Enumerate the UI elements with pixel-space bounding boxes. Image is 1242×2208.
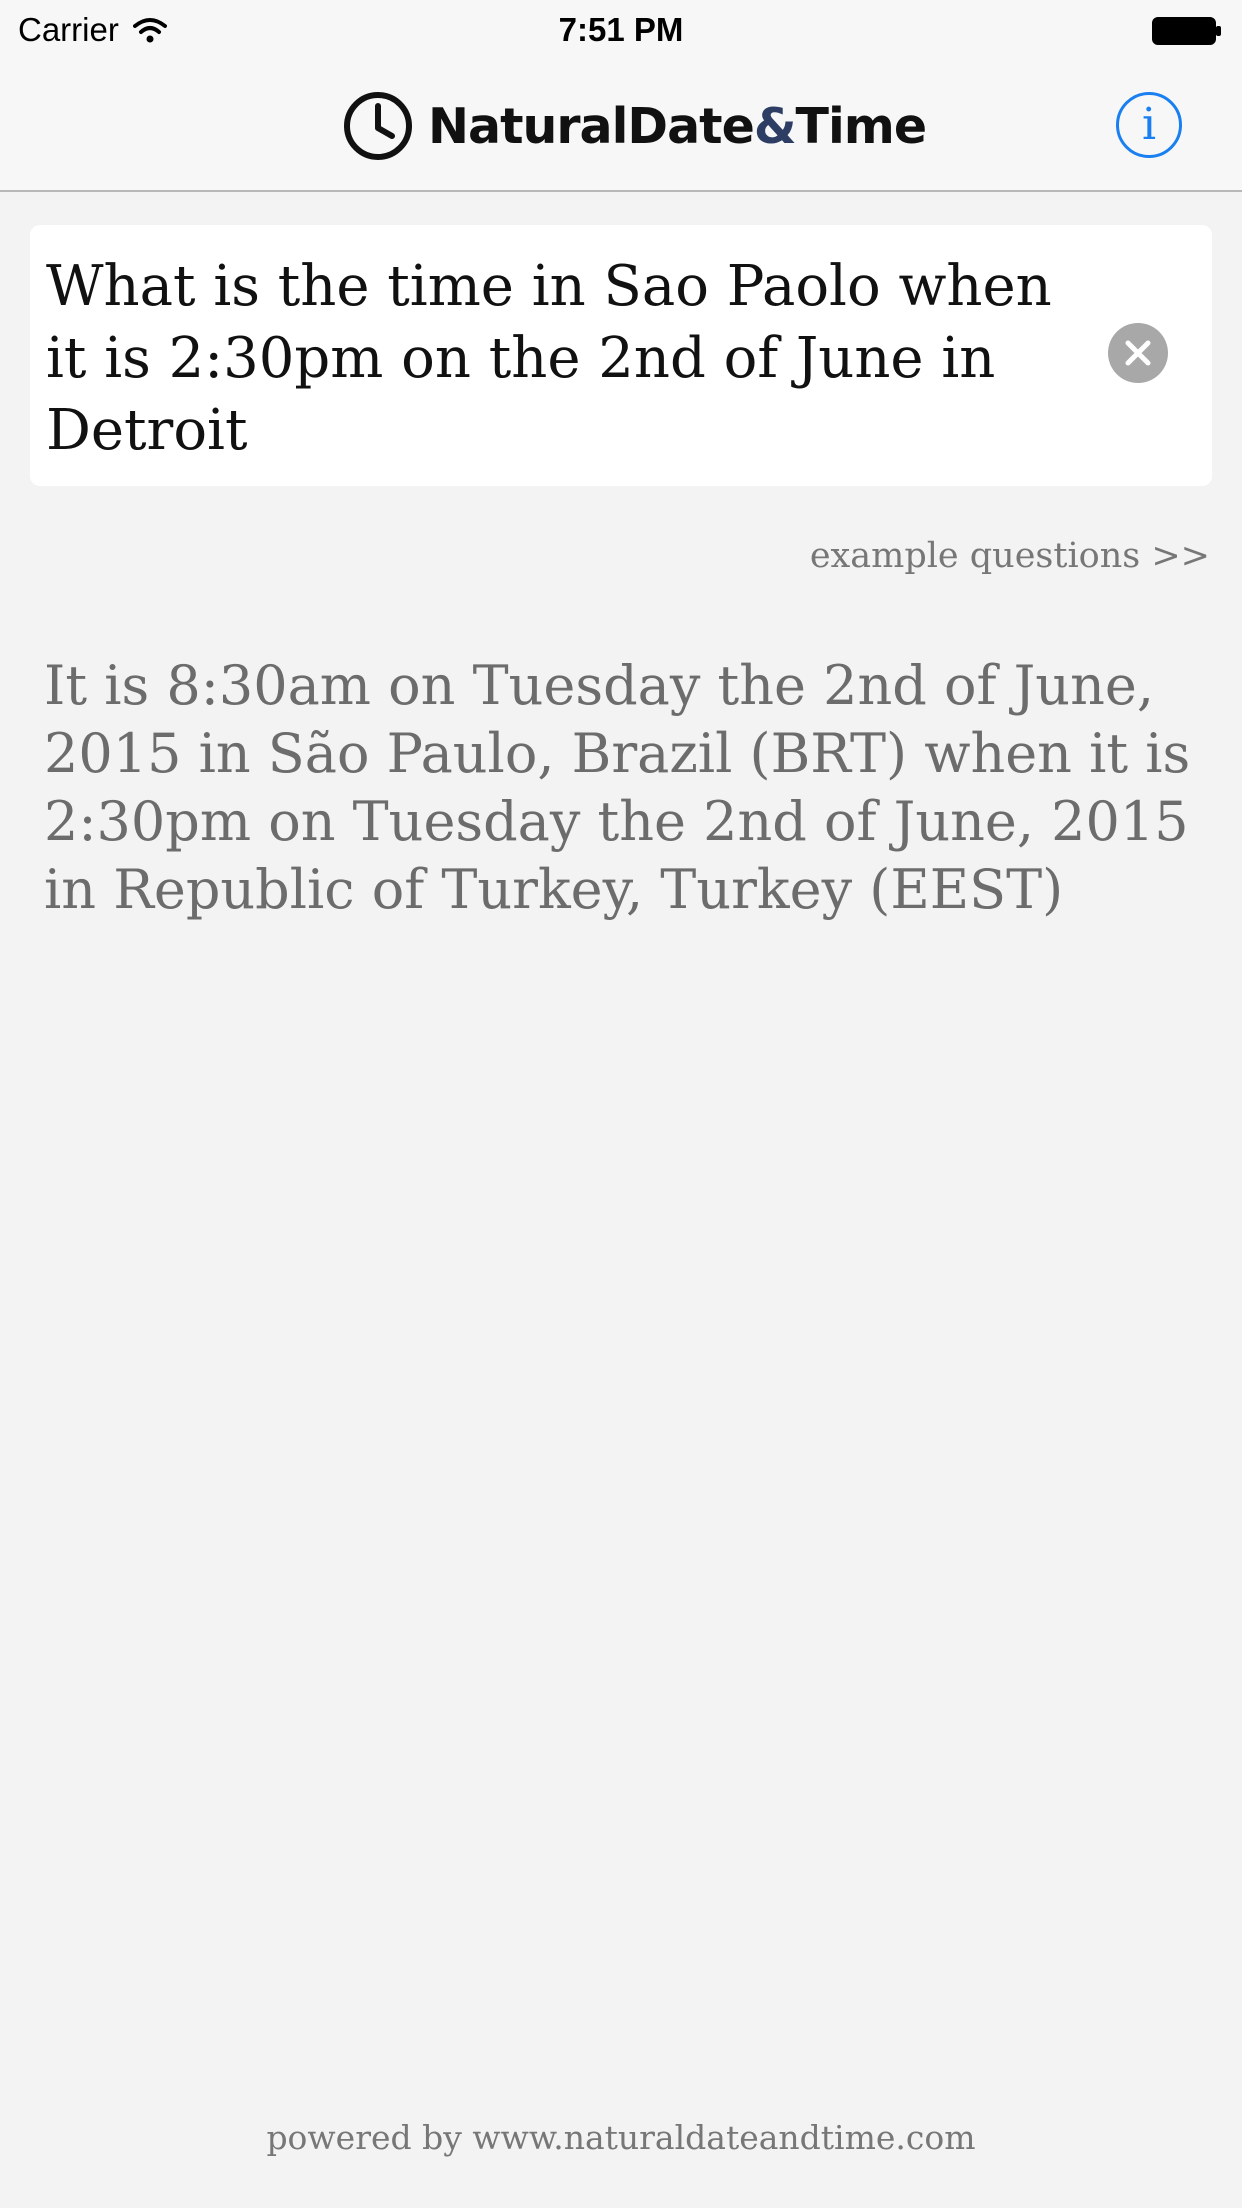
nav-bar: NaturalDate&Time i	[0, 60, 1242, 192]
query-input[interactable]: What is the time in Sao Paolo when it is…	[46, 251, 1086, 471]
example-questions-link[interactable]: example questions >>	[810, 536, 1210, 576]
close-icon	[1125, 340, 1151, 366]
logo-part2: Time	[795, 97, 928, 155]
footer-powered-by: powered by www.naturaldateandtime.com	[266, 2118, 976, 2157]
logo-part1: NaturalDate	[428, 97, 755, 155]
status-time: 7:51 PM	[558, 11, 684, 48]
info-icon: i	[1141, 99, 1157, 150]
clock-icon	[344, 92, 412, 160]
answer-text: It is 8:30am on Tuesday the 2nd of June,…	[44, 654, 1191, 921]
clear-button[interactable]	[1108, 323, 1168, 383]
battery-icon	[1152, 17, 1221, 45]
info-button[interactable]: i	[1116, 92, 1182, 158]
app-logo: NaturalDate&Time	[342, 88, 928, 164]
status-bar: Carrier 7:51 PM	[0, 0, 1242, 60]
logo-text: NaturalDate&Time	[428, 97, 928, 155]
logo-amp: &	[753, 97, 797, 155]
query-box: What is the time in Sao Paolo when it is…	[30, 225, 1212, 486]
